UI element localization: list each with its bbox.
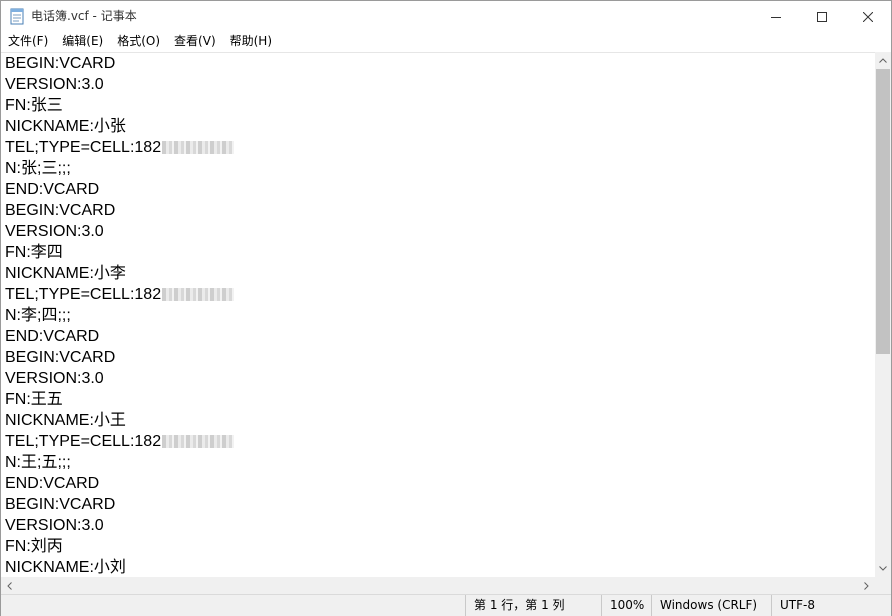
text-line: NICKNAME:小李 xyxy=(1,263,875,284)
text-line: END:VCARD xyxy=(1,326,875,347)
text-line: END:VCARD xyxy=(1,473,875,494)
line-text: N:李;四;;; xyxy=(5,307,71,324)
zoom-level: 100% xyxy=(601,595,652,616)
menu-format[interactable]: 格式(O) xyxy=(110,32,167,51)
text-line: END:VCARD xyxy=(1,179,875,200)
notepad-icon xyxy=(10,8,24,25)
line-text: TEL;TYPE=CELL:182 xyxy=(5,433,162,450)
status-bar: 第 1 行，第 1 列 100% Windows (CRLF) UTF-8 xyxy=(1,594,891,616)
line-text: VERSION:3.0 xyxy=(5,223,104,240)
redacted-phone-digits xyxy=(162,435,235,449)
scrollbar-corner xyxy=(875,577,891,594)
line-text: NICKNAME:小李 xyxy=(5,265,126,282)
line-text: NICKNAME:小刘 xyxy=(5,559,126,576)
window-title: 电话簿.vcf - 记事本 xyxy=(31,9,137,23)
line-text: VERSION:3.0 xyxy=(5,76,104,93)
menu-edit[interactable]: 编辑(E) xyxy=(55,32,110,51)
text-line: BEGIN:VCARD xyxy=(1,200,875,221)
scroll-right-button[interactable] xyxy=(858,577,875,594)
text-line: BEGIN:VCARD xyxy=(1,53,875,74)
line-text: FN:刘丙 xyxy=(5,538,63,555)
line-text: TEL;TYPE=CELL:182 xyxy=(5,139,162,156)
text-line: NICKNAME:小王 xyxy=(1,410,875,431)
line-text: FN:张三 xyxy=(5,97,63,114)
text-line: VERSION:3.0 xyxy=(1,368,875,389)
text-line: TEL;TYPE=CELL:182 xyxy=(1,431,875,452)
scroll-left-button[interactable] xyxy=(1,577,18,594)
line-text: BEGIN:VCARD xyxy=(5,349,116,366)
text-line: FN:张三 xyxy=(1,95,875,116)
text-line: VERSION:3.0 xyxy=(1,515,875,536)
vertical-scrollbar[interactable] xyxy=(875,52,891,577)
line-text: END:VCARD xyxy=(5,475,100,492)
line-text: END:VCARD xyxy=(5,328,100,345)
maximize-button[interactable] xyxy=(799,1,845,32)
title-bar[interactable]: 电话簿.vcf - 记事本 xyxy=(1,1,891,32)
text-line: FN:刘丙 xyxy=(1,536,875,557)
line-text: N:王;五;;; xyxy=(5,454,71,471)
chevron-left-icon xyxy=(7,581,12,590)
text-line: BEGIN:VCARD xyxy=(1,347,875,368)
text-line: VERSION:3.0 xyxy=(1,74,875,95)
encoding: UTF-8 xyxy=(771,595,892,616)
text-line: TEL;TYPE=CELL:182 xyxy=(1,284,875,305)
maximize-icon xyxy=(817,11,827,22)
line-text: VERSION:3.0 xyxy=(5,517,104,534)
notepad-window: 电话簿.vcf - 记事本 文件(F) 编辑(E) 格式(O) 查看(V) 帮助… xyxy=(0,0,892,616)
text-line: BEGIN:VCARD xyxy=(1,494,875,515)
text-line: N:王;五;;; xyxy=(1,452,875,473)
line-text: NICKNAME:小王 xyxy=(5,412,126,429)
close-icon xyxy=(863,11,873,22)
line-text: BEGIN:VCARD xyxy=(5,202,116,219)
line-text: FN:李四 xyxy=(5,244,63,261)
minimize-icon xyxy=(771,16,781,18)
chevron-down-icon xyxy=(879,566,887,571)
text-line: NICKNAME:小张 xyxy=(1,116,875,137)
text-line: FN:王五 xyxy=(1,389,875,410)
minimize-button[interactable] xyxy=(753,1,799,32)
text-line: N:李;四;;; xyxy=(1,305,875,326)
redacted-phone-digits xyxy=(162,288,235,302)
vertical-scroll-thumb[interactable] xyxy=(876,69,890,354)
line-text: VERSION:3.0 xyxy=(5,370,104,387)
line-ending: Windows (CRLF) xyxy=(651,595,772,616)
menu-bar: 文件(F) 编辑(E) 格式(O) 查看(V) 帮助(H) xyxy=(1,32,891,51)
line-text: BEGIN:VCARD xyxy=(5,55,116,72)
close-button[interactable] xyxy=(845,1,891,32)
text-line: FN:李四 xyxy=(1,242,875,263)
menu-file[interactable]: 文件(F) xyxy=(1,32,55,51)
text-line: TEL;TYPE=CELL:182 xyxy=(1,137,875,158)
chevron-right-icon xyxy=(864,581,869,590)
line-text: TEL;TYPE=CELL:182 xyxy=(5,286,162,303)
scroll-down-button[interactable] xyxy=(875,560,891,577)
text-line: N:张;三;;; xyxy=(1,158,875,179)
scroll-up-button[interactable] xyxy=(875,52,891,69)
line-text: END:VCARD xyxy=(5,181,100,198)
line-text: NICKNAME:小张 xyxy=(5,118,126,135)
redacted-phone-digits xyxy=(162,141,235,155)
horizontal-scrollbar[interactable] xyxy=(1,577,875,594)
menu-view[interactable]: 查看(V) xyxy=(167,32,223,51)
text-line: VERSION:3.0 xyxy=(1,221,875,242)
line-text: FN:王五 xyxy=(5,391,63,408)
cursor-position: 第 1 行，第 1 列 xyxy=(465,595,602,616)
text-editor[interactable]: BEGIN:VCARD VERSION:3.0 FN:张三 NICKNAME:小张 TE… xyxy=(1,52,875,578)
line-text: N:张;三;;; xyxy=(5,160,71,177)
text-line: NICKNAME:小刘 xyxy=(1,557,875,578)
menu-help[interactable]: 帮助(H) xyxy=(223,32,279,51)
chevron-up-icon xyxy=(879,58,887,63)
line-text: BEGIN:VCARD xyxy=(5,496,116,513)
